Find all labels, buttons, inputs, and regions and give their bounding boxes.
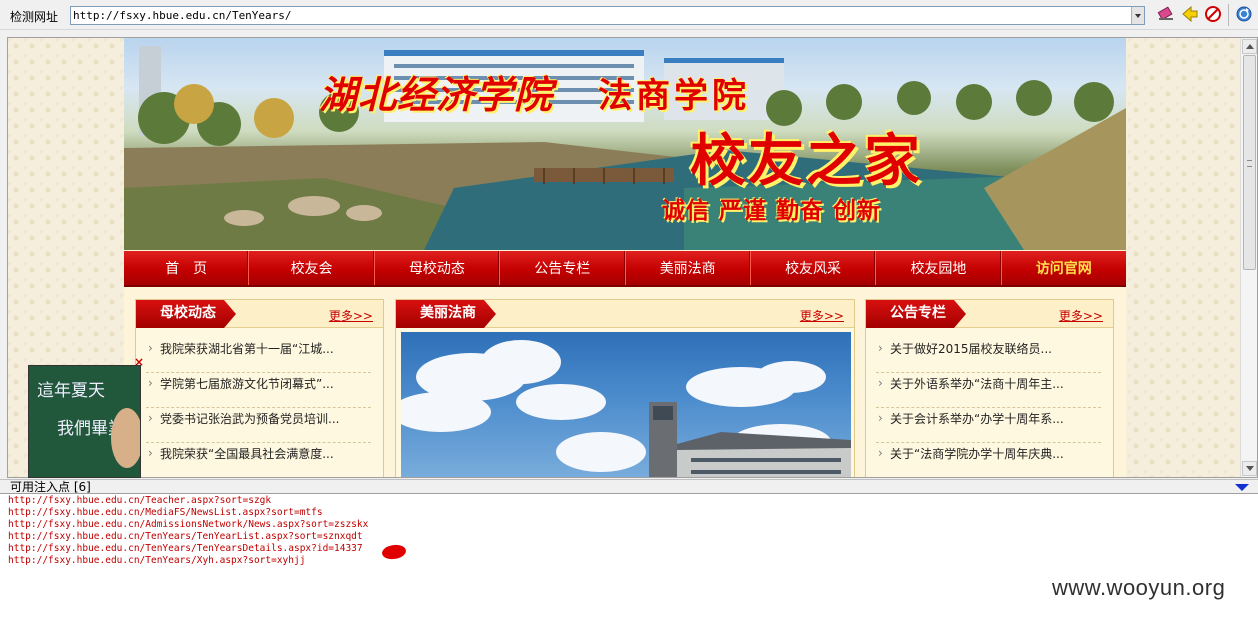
more-link[interactable]: 更多>> bbox=[1059, 307, 1103, 324]
ad-text-line1: 這年夏天 bbox=[37, 381, 105, 401]
collapse-arrow-icon[interactable] bbox=[1235, 484, 1249, 491]
refresh-icon[interactable] bbox=[1235, 5, 1253, 23]
panel-header: 美丽法商 更多>> bbox=[396, 300, 854, 328]
injection-url[interactable]: http://fsxy.hbue.edu.cn/MediaFS/NewsList… bbox=[8, 507, 323, 519]
toolbar-separator bbox=[1228, 4, 1229, 26]
injection-url[interactable]: http://fsxy.hbue.edu.cn/TenYears/TenYear… bbox=[8, 531, 363, 543]
news-item[interactable]: 学院第七届旅游文化节闭幕式”... bbox=[146, 373, 371, 408]
injection-url[interactable]: http://fsxy.hbue.edu.cn/TenYears/TenYear… bbox=[8, 543, 363, 555]
nav-item-official-site[interactable]: 访问官网 bbox=[1002, 251, 1126, 285]
nav-item-alumni-association[interactable]: 校友会 bbox=[249, 251, 375, 285]
browser-viewport: 湖北经济学院 法商学院 校友之家 诚信 严谨 勤奋 创新 首 页 校友会 母校动… bbox=[7, 37, 1258, 478]
injection-points-label: 可用注入点 [6] bbox=[10, 480, 91, 494]
injection-url[interactable]: http://fsxy.hbue.edu.cn/TenYears/Xyh.asp… bbox=[8, 555, 305, 567]
more-link[interactable]: 更多>> bbox=[329, 307, 373, 324]
floating-ad-image[interactable]: 這年夏天 我們畢業 bbox=[28, 365, 141, 478]
announcement-item[interactable]: 关于会计系举办“办学十周年系... bbox=[876, 408, 1101, 443]
watermark: www.wooyun.org bbox=[1052, 575, 1226, 600]
website-page: 湖北经济学院 法商学院 校友之家 诚信 严谨 勤奋 创新 首 页 校友会 母校动… bbox=[124, 38, 1126, 477]
panel-title: 公告专栏 bbox=[866, 300, 966, 328]
scroll-down-arrow-icon[interactable] bbox=[1242, 461, 1257, 476]
nav-item-home[interactable]: 首 页 bbox=[124, 251, 250, 285]
panel-header: 公告专栏 更多>> bbox=[866, 300, 1113, 328]
site-banner: 湖北经济学院 法商学院 校友之家 诚信 严谨 勤奋 创新 bbox=[124, 38, 1126, 250]
back-arrow-icon[interactable] bbox=[1181, 5, 1199, 23]
news-item[interactable]: 党委书记张治武为预备党员培训... bbox=[146, 408, 371, 443]
nav-item-alumni-garden[interactable]: 校友园地 bbox=[876, 251, 1002, 285]
nav-item-beautiful-campus[interactable]: 美丽法商 bbox=[626, 251, 751, 285]
panel-title: 美丽法商 bbox=[396, 300, 496, 328]
announcements-panel: 公告专栏 更多>> 关于做好2015届校友联络员... 关于外语系举办“法商十周… bbox=[865, 299, 1114, 477]
address-input[interactable] bbox=[73, 8, 1128, 23]
stop-icon[interactable] bbox=[1204, 5, 1222, 23]
announcement-item[interactable]: 关于“法商学院办学十周年庆典... bbox=[876, 443, 1101, 477]
announcement-list: 关于做好2015届校友联络员... 关于外语系举办“法商十周年主... 关于会计… bbox=[876, 338, 1101, 477]
vertical-scrollbar[interactable] bbox=[1240, 38, 1257, 477]
alumni-home-title: 校友之家 bbox=[690, 128, 922, 194]
announcement-item[interactable]: 关于外语系举办“法商十周年主... bbox=[876, 373, 1101, 408]
panel-title: 母校动态 bbox=[136, 300, 236, 328]
news-list: 我院荣获湖北省第十一届“江城... 学院第七届旅游文化节闭幕式”... 党委书记… bbox=[146, 338, 371, 477]
injection-points-header: 可用注入点 [6] bbox=[0, 479, 1258, 494]
school-slogan: 诚信 严谨 勤奋 创新 bbox=[662, 197, 882, 224]
more-link[interactable]: 更多>> bbox=[800, 307, 844, 324]
nav-item-announcements[interactable]: 公告专栏 bbox=[500, 251, 626, 285]
beautiful-campus-panel: 美丽法商 更多>> bbox=[395, 299, 855, 477]
news-item[interactable]: 我院荣获湖北省第十一届“江城... bbox=[146, 338, 371, 373]
injection-url[interactable]: http://fsxy.hbue.edu.cn/Teacher.aspx?sor… bbox=[8, 495, 271, 507]
nav-item-school-news[interactable]: 母校动态 bbox=[375, 251, 501, 285]
nav-item-alumni-showcase[interactable]: 校友风采 bbox=[751, 251, 877, 285]
school-news-panel: 母校动态 更多>> 我院荣获湖北省第十一届“江城... 学院第七届旅游文化节闭幕… bbox=[135, 299, 384, 477]
news-item[interactable]: 我院荣获“全国最具社会满意度... bbox=[146, 443, 371, 477]
address-dropdown-button[interactable] bbox=[1131, 7, 1144, 24]
college-name: 法商学院 bbox=[598, 76, 750, 116]
address-toolbar: 检测网址 bbox=[0, 0, 1258, 30]
scroll-thumb[interactable] bbox=[1243, 55, 1256, 270]
announcement-item[interactable]: 关于做好2015届校友联络员... bbox=[876, 338, 1101, 373]
address-label: 检测网址 bbox=[10, 10, 59, 24]
panel-header: 母校动态 更多>> bbox=[136, 300, 383, 328]
site-nav: 首 页 校友会 母校动态 公告专栏 美丽法商 校友风采 校友园地 访问官网 bbox=[124, 251, 1126, 287]
address-bar[interactable] bbox=[70, 6, 1145, 25]
scroll-up-arrow-icon[interactable] bbox=[1242, 39, 1257, 54]
school-name-calligraphy: 湖北经济学院 bbox=[319, 72, 554, 117]
eraser-icon[interactable] bbox=[1157, 5, 1175, 23]
injection-url[interactable]: http://fsxy.hbue.edu.cn/AdmissionsNetwor… bbox=[8, 519, 368, 531]
campus-building-photo[interactable] bbox=[401, 332, 851, 477]
